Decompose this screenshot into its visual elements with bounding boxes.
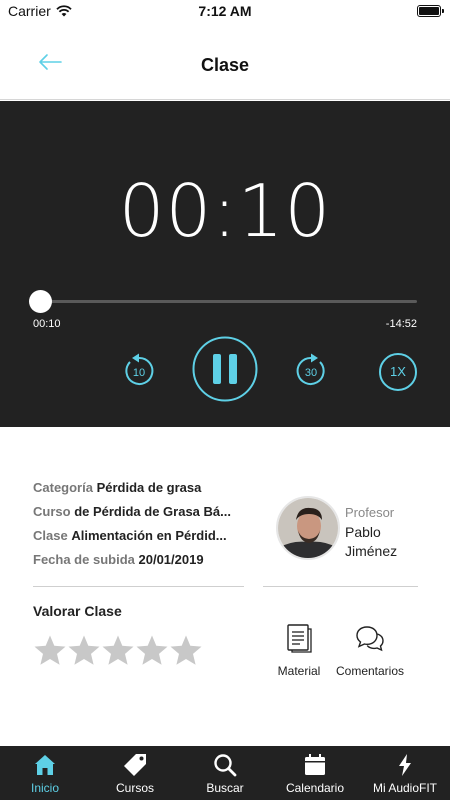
- tab-label: Calendario: [285, 781, 345, 795]
- tab-label: Buscar: [206, 781, 244, 795]
- divider-left: [33, 586, 244, 587]
- date-label: Fecha de subida: [33, 552, 135, 567]
- rating-stars[interactable]: [33, 634, 203, 668]
- progress-slider[interactable]: [29, 290, 417, 313]
- search-icon: [214, 754, 237, 777]
- battery-icon: [417, 5, 444, 17]
- forward-seconds: 30: [305, 367, 317, 379]
- tag-icon: [124, 754, 146, 776]
- chat-bubbles-icon: [356, 626, 384, 652]
- course-row: Curso de Pérdida de Grasa Bá...: [33, 504, 248, 528]
- tab-mi-audiofit[interactable]: Mi AudioFIT: [360, 746, 450, 800]
- class-row: Clase Alimentación en Pérdid...: [33, 528, 248, 552]
- professor-avatar: [276, 496, 340, 560]
- rewind-button[interactable]: 10: [121, 352, 157, 388]
- status-time: 7:12 AM: [198, 3, 252, 19]
- category-value: Pérdida de grasa: [96, 480, 202, 495]
- category-row: Categoría Pérdida de grasa: [33, 480, 248, 504]
- star-icon[interactable]: [33, 634, 67, 668]
- tab-calendario[interactable]: Calendario: [270, 746, 360, 800]
- material-label: Material: [277, 664, 321, 678]
- professor-role: Profesor: [345, 505, 395, 520]
- calendar-icon: [305, 754, 325, 775]
- playback-timer: 00:10: [118, 169, 332, 253]
- divider-right: [263, 586, 418, 587]
- date-value: 20/01/2019: [138, 552, 204, 567]
- star-icon[interactable]: [169, 634, 203, 668]
- nav-header: Clase: [0, 22, 450, 100]
- playback-speed-button[interactable]: 1X: [379, 353, 417, 391]
- elapsed-time: 00:10: [33, 318, 61, 330]
- remaining-time: -14:52: [385, 318, 417, 330]
- class-value: Alimentación en Pérdid...: [71, 528, 227, 543]
- comments-label: Comentarios: [335, 664, 405, 678]
- material-button[interactable]: Material: [272, 623, 326, 678]
- pause-icon: [192, 336, 258, 402]
- star-icon[interactable]: [67, 634, 101, 668]
- course-value: de Pérdida de Grasa Bá...: [74, 504, 231, 519]
- forward-button[interactable]: 30: [293, 352, 329, 388]
- home-icon: [35, 755, 55, 775]
- category-label: Categoría: [33, 480, 93, 495]
- star-icon[interactable]: [135, 634, 169, 668]
- comments-button[interactable]: Comentarios: [331, 623, 409, 678]
- tab-buscar[interactable]: Buscar: [180, 746, 270, 800]
- forward-icon: 30: [296, 353, 325, 385]
- audio-player: 00:10 00:10 -14:52 10 30 1X: [0, 101, 450, 427]
- lightning-icon: [399, 754, 411, 776]
- rewind-icon: 10: [125, 353, 154, 385]
- tab-bar: Inicio Cursos Buscar Calendario Mi Audio…: [0, 746, 450, 800]
- document-icon: [287, 624, 312, 653]
- date-row: Fecha de subida 20/01/2019: [33, 552, 248, 576]
- status-bar: Carrier 7:12 AM: [0, 0, 450, 22]
- class-label: Clase: [33, 528, 68, 543]
- tab-label: Mi AudioFIT: [372, 781, 438, 795]
- tab-cursos[interactable]: Cursos: [90, 746, 180, 800]
- avatar-photo: [278, 498, 338, 558]
- course-label: Curso: [33, 504, 71, 519]
- page-title: Clase: [200, 55, 250, 75]
- pause-button[interactable]: [192, 336, 258, 402]
- progress-thumb[interactable]: [29, 290, 53, 313]
- tab-label: Cursos: [115, 781, 154, 795]
- class-info: Categoría Pérdida de grasa Curso de Pérd…: [33, 480, 248, 576]
- star-icon[interactable]: [101, 634, 135, 668]
- tab-inicio[interactable]: Inicio: [0, 746, 90, 800]
- rating-title: Valorar Clase: [33, 603, 122, 619]
- rewind-seconds: 10: [133, 367, 145, 379]
- professor-name: Pablo Jiménez: [345, 524, 398, 559]
- tab-label: Inicio: [30, 781, 59, 795]
